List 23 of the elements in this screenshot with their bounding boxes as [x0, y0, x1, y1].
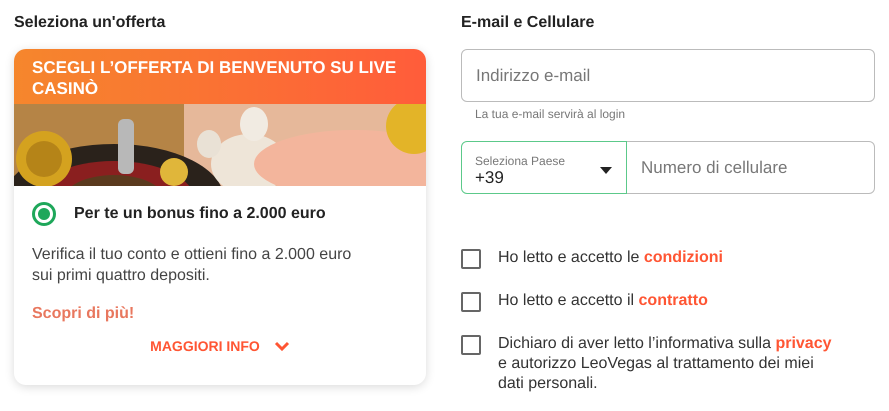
section-title: E-mail e Cellulare [461, 14, 596, 32]
more-info-link[interactable]: MAGGIORI INFO [150, 338, 260, 354]
consent-link[interactable]: contratto [638, 292, 708, 309]
dropdown-icon[interactable] [600, 167, 612, 174]
radio-button[interactable] [32, 202, 56, 226]
consent-text: Dichiaro di aver letto l’informativa sulla privacy e autorizzo LeoVegas al trattamento dei miei dati personali. [498, 334, 832, 394]
offer-banner: SCEGLI L’OFFERTA DI BENVENUTO SU LIVE CASINÒ [14, 49, 426, 104]
chevron-down-icon[interactable] [274, 341, 290, 351]
email-hint: La tua e-mail servirà al login [475, 107, 626, 121]
consent-link[interactable]: privacy [775, 335, 832, 352]
consent-link[interactable]: condizioni [644, 249, 723, 266]
checkbox[interactable] [461, 292, 481, 312]
phone-field[interactable]: Numero di cellulare [627, 141, 875, 194]
country-select[interactable]: Seleziona Paese +39 [461, 141, 627, 194]
consent-text: Ho letto e accetto il contratto [498, 291, 708, 311]
email-field[interactable]: Indirizzo e-mail [461, 49, 875, 102]
consent-text: Ho letto e accetto le condizioni [498, 248, 723, 268]
section-title: Seleziona un'offerta [14, 14, 166, 32]
more-link[interactable]: Scopri di più! [14, 286, 426, 324]
checkbox[interactable] [461, 249, 481, 269]
offer-description: Verifica il tuo conto e ottieni fino a 2.000 euro sui primi quattro depositi. [31, 245, 352, 286]
checkbox[interactable] [461, 335, 481, 355]
option-label: Per te un bonus fino a 2.000 euro [74, 205, 326, 223]
